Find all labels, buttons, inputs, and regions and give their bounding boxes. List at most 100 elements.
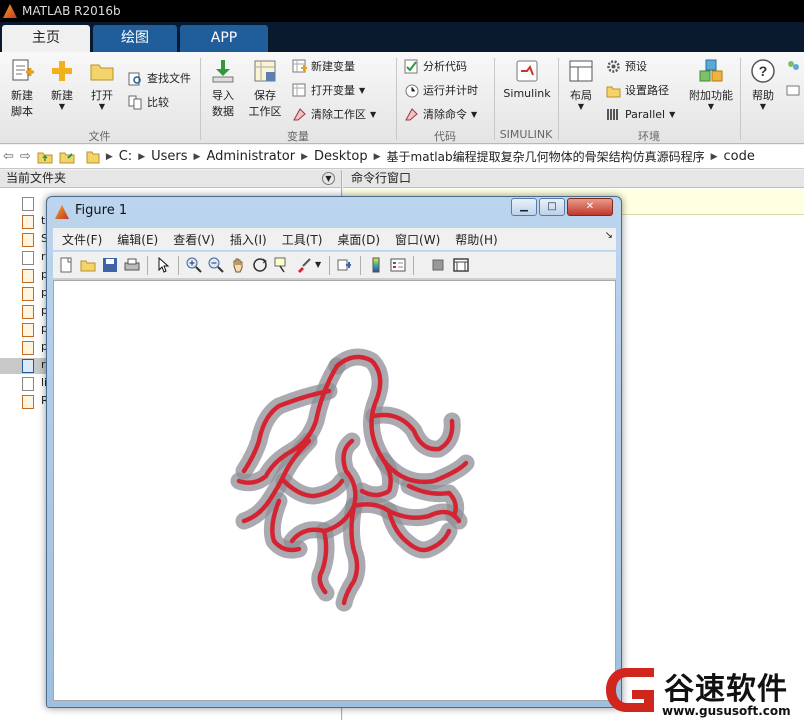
compare-button[interactable]: 比较 xyxy=(128,92,169,112)
file-list-item[interactable]: p xyxy=(22,286,48,302)
community-button[interactable] xyxy=(786,56,804,76)
file-list-item[interactable]: r xyxy=(22,250,46,266)
menu-file[interactable]: 文件(F) xyxy=(62,231,102,248)
minimize-button[interactable]: ▁ xyxy=(511,198,537,216)
close-button[interactable]: ✕ xyxy=(567,198,613,216)
file-list-item[interactable]: R xyxy=(22,394,49,410)
menu-edit[interactable]: 编辑(E) xyxy=(117,231,158,248)
show-plot-tools-icon[interactable] xyxy=(453,257,469,273)
file-list-item[interactable]: p xyxy=(22,268,48,284)
file-list-item[interactable]: S xyxy=(22,232,48,248)
menu-help[interactable]: 帮助(H) xyxy=(455,231,497,248)
file-list-item[interactable]: p xyxy=(22,322,48,338)
group-label-simulink: SIMULINK xyxy=(499,128,553,141)
new-button[interactable]: 新建 ▼ xyxy=(46,58,78,111)
colorbar-icon[interactable] xyxy=(368,257,384,273)
file-list-item[interactable] xyxy=(22,196,42,212)
menu-insert[interactable]: 插入(I) xyxy=(230,231,267,248)
path-segment-desktop[interactable]: Desktop xyxy=(314,149,368,164)
hide-plot-tools-icon[interactable] xyxy=(430,257,446,273)
run-and-time-icon xyxy=(405,84,419,97)
help-button[interactable]: ? 帮助 ▼ xyxy=(746,58,780,111)
new-variable-button[interactable]: 新建变量 xyxy=(292,56,355,76)
open-variable-icon xyxy=(292,83,306,96)
set-path-button[interactable]: 设置路径 xyxy=(606,80,669,100)
path-segment-administrator[interactable]: Administrator xyxy=(206,149,295,164)
menu-tools[interactable]: 工具(T) xyxy=(282,231,323,248)
analyze-code-button[interactable]: 分析代码 xyxy=(404,56,467,76)
run-and-time-button[interactable]: 运行并计时 xyxy=(404,80,478,100)
figure-toolbar: ▼ xyxy=(53,251,616,279)
parallel-label: Parallel xyxy=(625,107,666,121)
file-list-item[interactable]: r xyxy=(22,358,46,374)
figure-matlab-logo-icon xyxy=(55,205,69,219)
path-segment-drive[interactable]: C: xyxy=(119,149,132,164)
simulink-label: Simulink xyxy=(503,87,551,100)
find-files-button[interactable]: 查找文件 xyxy=(128,68,191,88)
tab-plots[interactable]: 绘图 xyxy=(93,25,177,52)
tab-apps[interactable]: APP xyxy=(180,25,268,52)
brush-icon[interactable] xyxy=(296,257,312,273)
open-variable-button[interactable]: 打开变量 ▼ xyxy=(292,80,365,100)
path-segment-project[interactable]: 基于matlab编程提取复杂几何物体的骨架结构仿真源码程序 xyxy=(387,148,705,165)
run-and-time-label: 运行并计时 xyxy=(423,84,478,97)
simulink-button[interactable]: Simulink xyxy=(500,58,554,100)
find-files-icon xyxy=(128,72,141,85)
file-list-item[interactable]: li xyxy=(22,376,47,392)
menu-dock-arrow-icon[interactable]: ↘ xyxy=(605,230,613,241)
import-data-icon xyxy=(212,60,234,83)
brush-dropdown-chevron-icon[interactable]: ▼ xyxy=(315,260,321,269)
path-separator-icon: ▶ xyxy=(138,151,146,162)
preferences-button[interactable]: 预设 xyxy=(606,56,647,76)
tab-home[interactable]: 主页 xyxy=(2,25,90,52)
clear-commands-label: 清除命令 xyxy=(423,108,467,121)
preferences-label: 预设 xyxy=(625,60,647,73)
file-type-icon xyxy=(22,215,34,229)
clear-commands-button[interactable]: 清除命令 ▼ xyxy=(404,104,477,124)
new-figure-icon[interactable] xyxy=(58,257,74,273)
pan-hand-icon[interactable] xyxy=(230,257,246,273)
file-list-item[interactable]: t xyxy=(22,214,45,230)
browse-folder-icon[interactable] xyxy=(59,149,75,165)
zoom-out-icon[interactable] xyxy=(208,257,224,273)
panel-options-icon[interactable]: ▼ xyxy=(322,172,335,185)
figure-axes-canvas[interactable] xyxy=(53,280,616,701)
figure-menu-bar: 文件(F) 编辑(E) 查看(V) 插入(I) 工具(T) 桌面(D) 窗口(W… xyxy=(53,228,616,250)
file-list-item[interactable]: p xyxy=(22,340,48,356)
app-title: MATLAB R2016b xyxy=(22,4,121,18)
zoom-in-icon[interactable] xyxy=(186,257,202,273)
back-arrow-icon[interactable]: ⇦ xyxy=(3,149,14,164)
parallel-button[interactable]: Parallel ▼ xyxy=(606,104,675,124)
skeleton-plot xyxy=(230,348,475,612)
select-arrow-icon[interactable] xyxy=(155,257,171,273)
open-label: 打开 xyxy=(91,89,113,102)
file-type-icon xyxy=(22,269,34,283)
path-segment-users[interactable]: Users xyxy=(151,149,187,164)
new-script-button[interactable]: 新建 脚本 xyxy=(6,58,38,119)
menu-view[interactable]: 查看(V) xyxy=(173,231,215,248)
clear-workspace-button[interactable]: 清除工作区 ▼ xyxy=(292,104,376,124)
layout-button[interactable]: 布局 ▼ xyxy=(564,58,598,111)
file-list-item[interactable]: p xyxy=(22,304,48,320)
rotate-3d-icon[interactable] xyxy=(252,257,268,273)
path-segment-code[interactable]: code xyxy=(724,149,755,164)
link-plot-icon[interactable] xyxy=(337,257,353,273)
legend-icon[interactable] xyxy=(390,257,406,273)
forward-arrow-icon[interactable]: ⇨ xyxy=(20,149,31,164)
open-file-icon[interactable] xyxy=(80,257,96,273)
print-icon[interactable] xyxy=(124,257,140,273)
chevron-down-icon: ▼ xyxy=(577,102,585,111)
maximize-button[interactable]: □ xyxy=(539,198,565,216)
menu-window[interactable]: 窗口(W) xyxy=(395,231,440,248)
chevron-down-icon: ▼ xyxy=(98,102,106,111)
save-workspace-button[interactable]: 保存 工作区 xyxy=(246,58,284,119)
save-workspace-label: 保存 工作区 xyxy=(248,89,282,118)
menu-desktop[interactable]: 桌面(D) xyxy=(337,231,380,248)
addons-button[interactable]: 附加功能 ▼ xyxy=(686,58,736,111)
request-support-button[interactable] xyxy=(786,80,804,100)
import-data-button[interactable]: 导入 数据 xyxy=(206,58,240,119)
open-button[interactable]: 打开 ▼ xyxy=(86,58,118,111)
data-cursor-icon[interactable] xyxy=(274,257,290,273)
save-icon[interactable] xyxy=(102,257,118,273)
up-folder-icon[interactable] xyxy=(37,149,53,165)
